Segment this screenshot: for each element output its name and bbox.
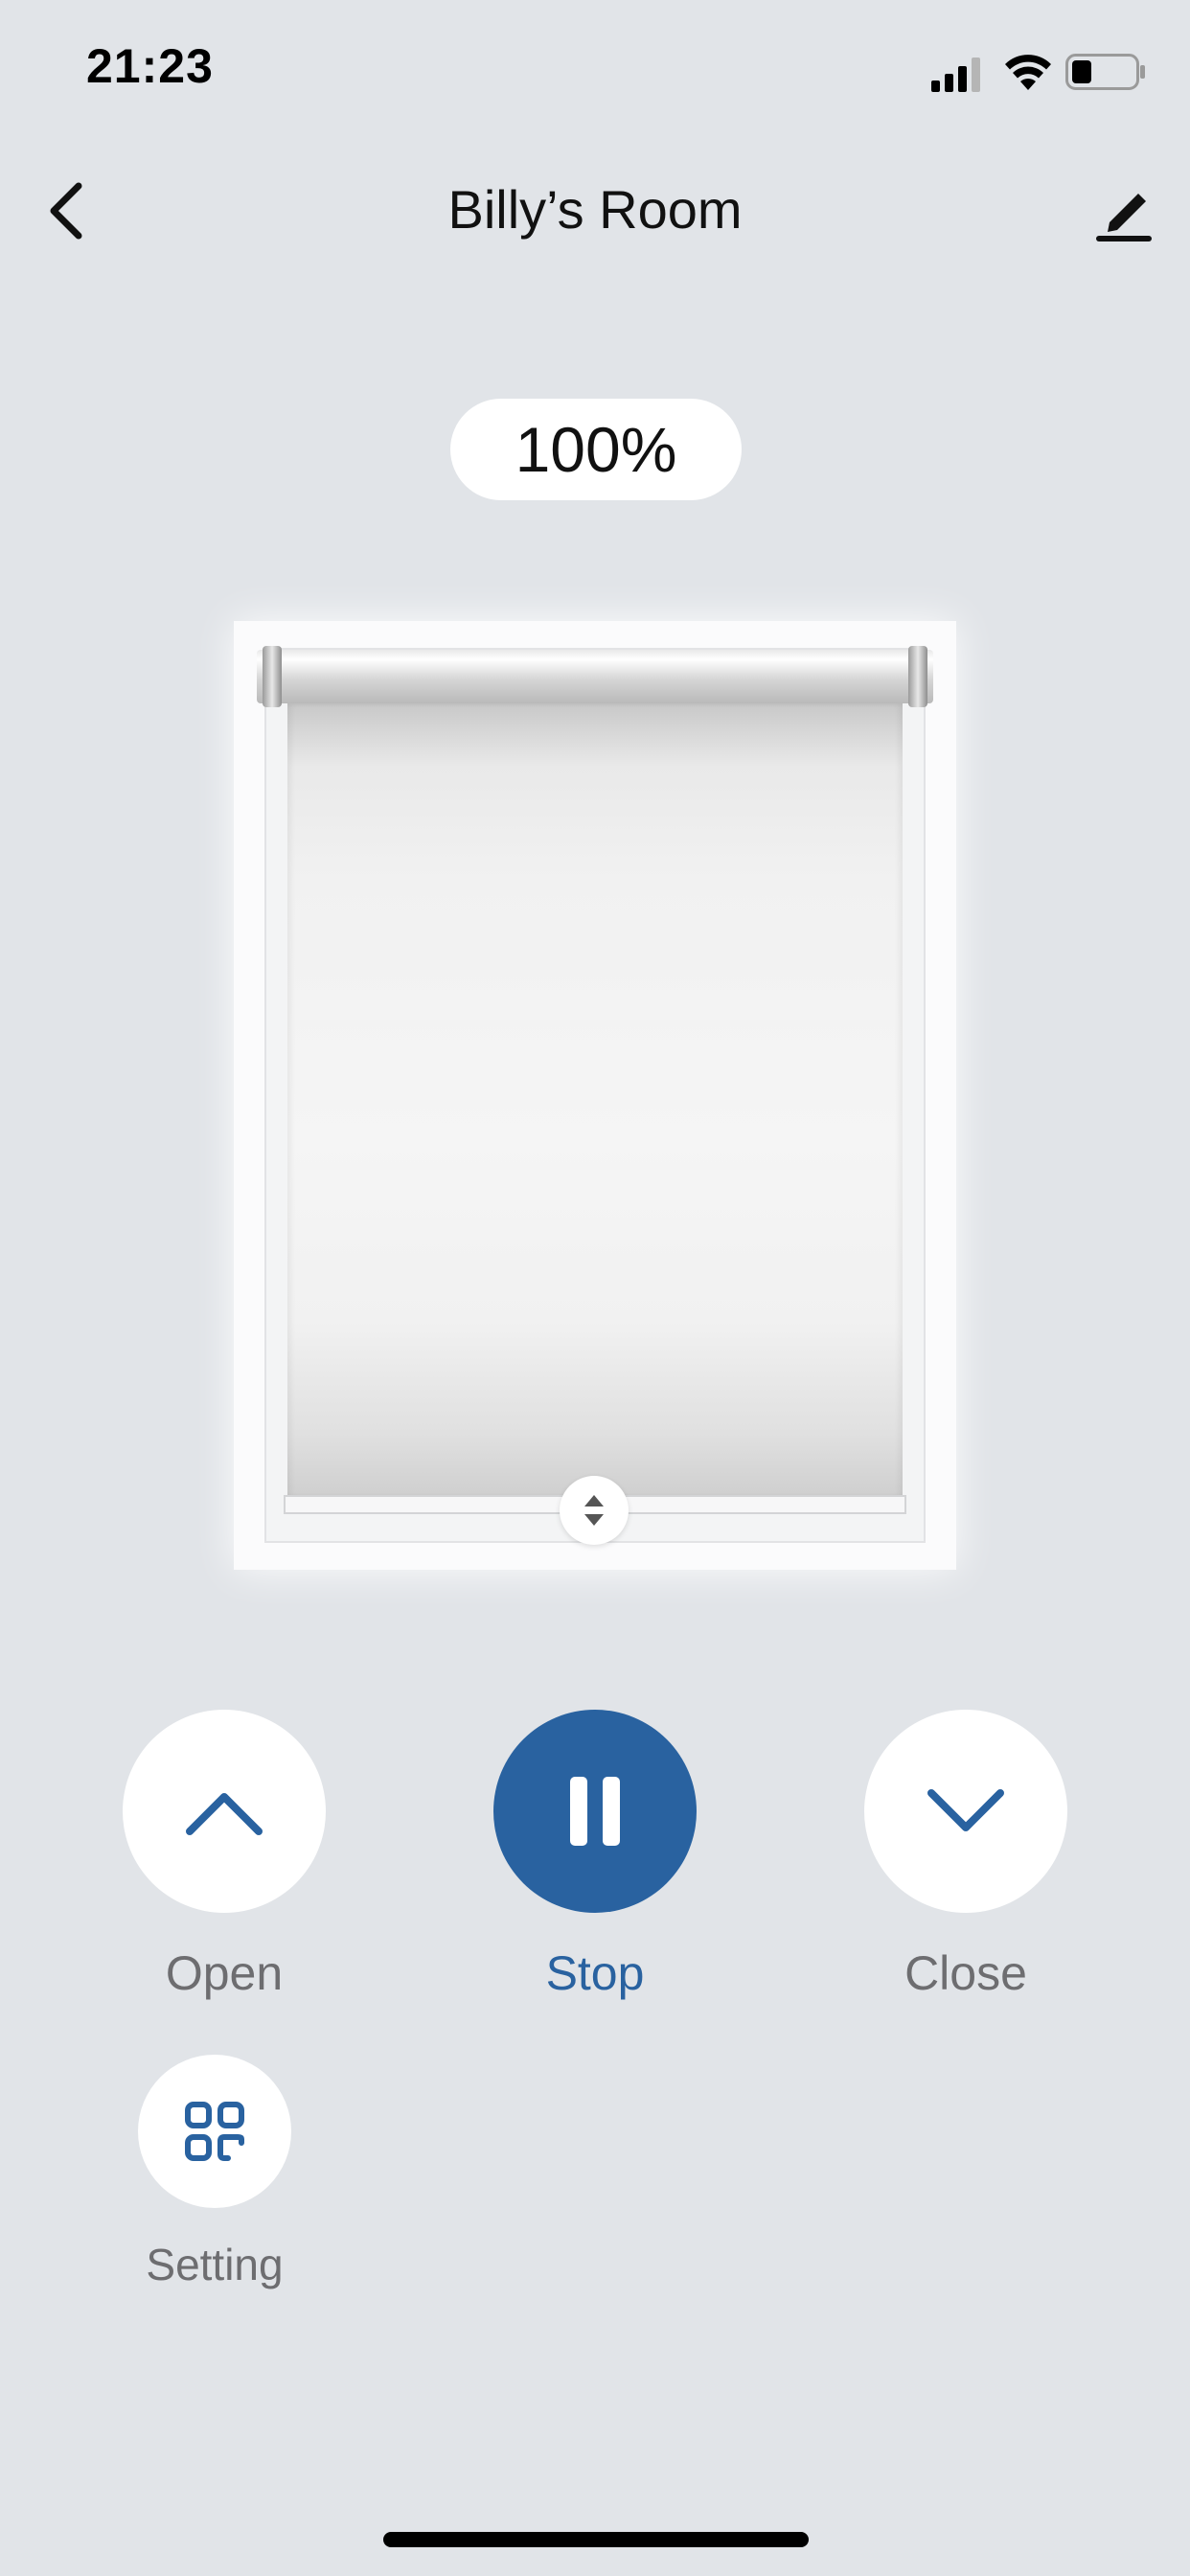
shade-fabric (287, 703, 903, 1497)
stop-label: Stop (545, 1946, 645, 2000)
open-label: Open (165, 1946, 284, 2000)
chevron-up-icon (186, 1793, 263, 1835)
roller-tube (257, 650, 933, 703)
roller-cap-right (908, 646, 927, 707)
stop-button[interactable] (493, 1710, 697, 1913)
position-percentage-text: 100% (515, 414, 677, 485)
status-time: 21:23 (86, 39, 214, 93)
roller-cap-left (263, 646, 282, 707)
home-indicator[interactable] (383, 2532, 809, 2547)
cellular-signal-icon (931, 58, 980, 92)
page-title: Billy’s Room (447, 179, 743, 240)
close-button[interactable] (864, 1710, 1067, 1913)
up-down-arrows-icon (584, 1495, 604, 1526)
open-button[interactable] (123, 1710, 326, 1913)
grid-icon (185, 2102, 244, 2161)
setting-label: Setting (146, 2240, 284, 2289)
edit-button[interactable] (1092, 176, 1159, 243)
wifi-icon (1005, 55, 1051, 90)
chevron-down-icon (927, 1789, 1004, 1831)
blind-drag-handle[interactable] (560, 1476, 629, 1545)
setting-button[interactable] (138, 2055, 291, 2208)
pause-icon (570, 1777, 620, 1846)
close-label: Close (904, 1946, 1027, 2000)
position-percentage: 100% (450, 399, 742, 500)
battery-icon (1065, 54, 1145, 90)
blind-visualization (234, 621, 956, 1570)
pencil-icon (1096, 194, 1152, 242)
